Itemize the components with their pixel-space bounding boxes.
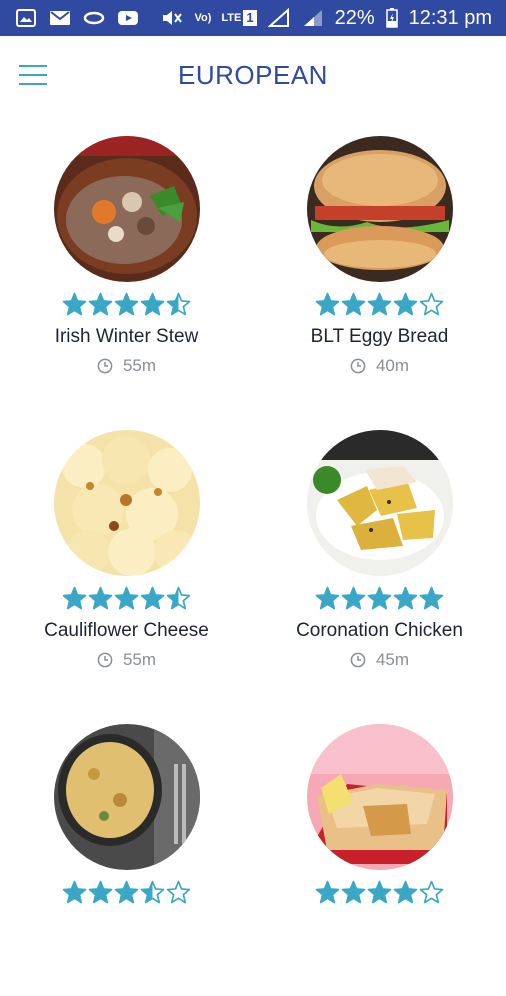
recipe-card[interactable]: Cauliflower Cheese 55m — [0, 410, 253, 702]
recipe-name: BLT Eggy Bread — [310, 326, 449, 347]
star-filled-icon — [114, 292, 139, 316]
clock-icon — [97, 358, 113, 374]
star-filled-icon — [140, 586, 165, 610]
sim-badge: 1 — [243, 10, 257, 26]
battery-charging-icon — [385, 8, 399, 28]
rating-stars — [62, 292, 191, 322]
star-filled-icon — [341, 586, 366, 610]
star-filled-icon — [341, 880, 366, 904]
star-filled-icon — [88, 880, 113, 904]
cook-time-label: 55m — [122, 356, 157, 375]
star-filled-icon — [315, 292, 340, 316]
recipe-image — [54, 430, 200, 576]
recipe-image — [307, 724, 453, 870]
cook-time-label: 40m — [375, 356, 410, 375]
star-filled-icon — [367, 292, 392, 316]
star-filled-icon — [88, 292, 113, 316]
page-title: EUROPEAN — [178, 60, 328, 90]
star-empty-icon — [166, 880, 191, 904]
star-half-icon — [166, 292, 191, 316]
star-filled-icon — [140, 292, 165, 316]
cook-time-label: 55m — [122, 650, 157, 669]
rating-stars — [315, 586, 444, 616]
cook-time-label: 45m — [375, 650, 410, 669]
battery-percent: 22% — [334, 7, 375, 29]
star-filled-icon — [62, 292, 87, 316]
star-filled-icon — [341, 292, 366, 316]
recipe-image — [54, 724, 200, 870]
youtube-icon — [116, 8, 140, 28]
star-filled-icon — [62, 880, 87, 904]
rating-stars — [315, 292, 444, 322]
recipe-name: Irish Winter Stew — [54, 326, 199, 347]
star-filled-icon — [88, 586, 113, 610]
star-filled-icon — [367, 880, 392, 904]
gallery-icon — [14, 8, 38, 28]
star-filled-icon — [367, 586, 392, 610]
app-bar: EUROPEAN — [0, 36, 506, 116]
star-filled-icon — [393, 586, 418, 610]
mute-icon — [160, 8, 184, 28]
star-half-icon — [166, 586, 191, 610]
recipe-card[interactable] — [253, 704, 506, 996]
volte-label: Vo) — [194, 12, 212, 24]
clock: 12:31 pm — [408, 7, 492, 29]
rating-stars — [62, 880, 191, 910]
cook-time: 45m — [350, 650, 409, 670]
clock-icon — [97, 652, 113, 668]
cook-time: 55m — [97, 650, 156, 670]
email-icon — [48, 8, 72, 28]
lte-label: LTE 1 — [221, 10, 257, 26]
star-filled-icon — [114, 586, 139, 610]
notification-icons — [14, 8, 140, 28]
recipe-image — [307, 136, 453, 282]
recipe-image — [307, 430, 453, 576]
star-empty-icon — [419, 292, 444, 316]
recipe-image — [54, 136, 200, 282]
cook-time: 55m — [97, 356, 156, 376]
recipe-name: Cauliflower Cheese — [44, 620, 209, 641]
star-filled-icon — [393, 880, 418, 904]
star-filled-icon — [315, 880, 340, 904]
signal-strength-icon — [301, 8, 325, 28]
rating-stars — [62, 586, 191, 616]
system-icons: Vo) LTE 1 22% 12:31 pm — [160, 8, 492, 28]
recipe-card[interactable]: Coronation Chicken 45m — [253, 410, 506, 702]
recipe-card[interactable]: Irish Winter Stew 55m — [0, 116, 253, 408]
clock-icon — [350, 358, 366, 374]
signal-icon — [267, 8, 291, 28]
star-filled-icon — [62, 586, 87, 610]
recipe-name: Coronation Chicken — [296, 620, 463, 641]
rating-stars — [315, 880, 444, 910]
recipe-card[interactable]: BLT Eggy Bread 40m — [253, 116, 506, 408]
status-bar: Vo) LTE 1 22% 12:31 pm — [0, 0, 506, 36]
recipe-card[interactable] — [0, 704, 253, 996]
clock-icon — [350, 652, 366, 668]
star-filled-icon — [315, 586, 340, 610]
link-icon — [82, 8, 106, 28]
star-filled-icon — [114, 880, 139, 904]
star-filled-icon — [393, 292, 418, 316]
star-filled-icon — [419, 586, 444, 610]
cook-time: 40m — [350, 356, 409, 376]
star-half-icon — [140, 880, 165, 904]
star-empty-icon — [419, 880, 444, 904]
